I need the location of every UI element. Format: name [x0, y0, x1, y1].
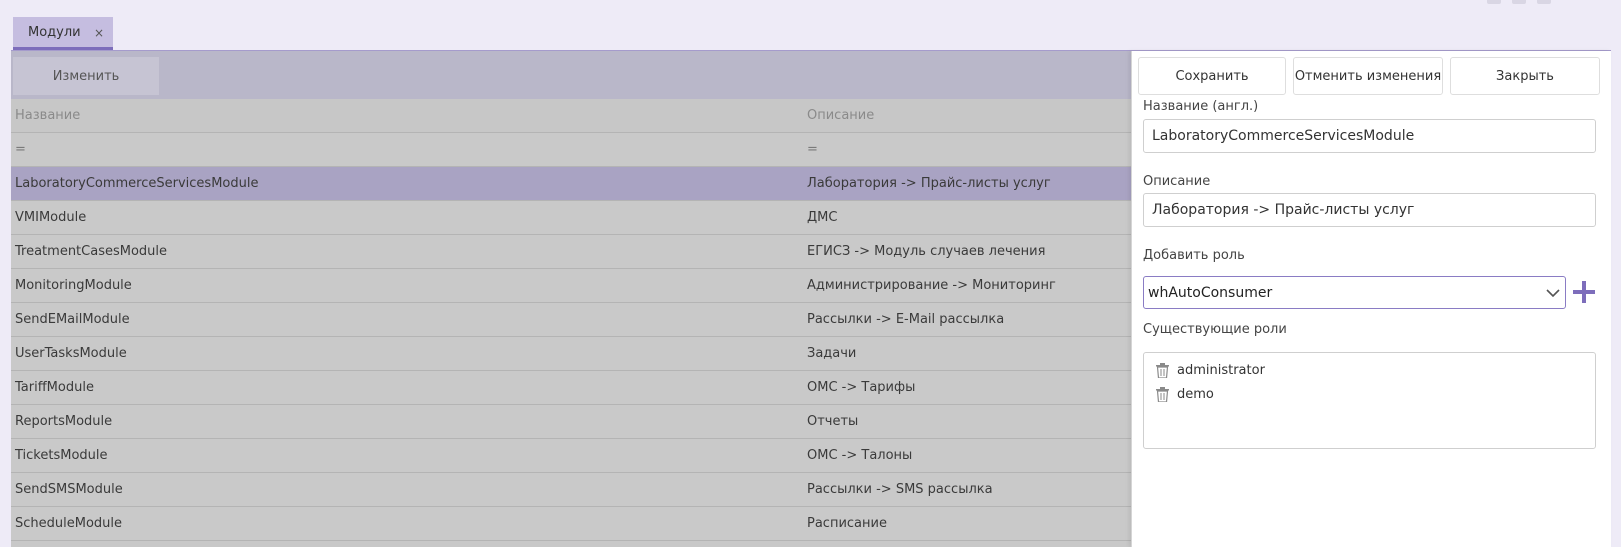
table-row[interactable]: ScheduleModule Расписание — [11, 507, 1144, 541]
table-row[interactable]: SendSMSModule Рассылки -> SMS рассылка — [11, 473, 1144, 507]
cell-name: SendSMSModule — [15, 482, 123, 497]
cell-description: Рассылки -> SMS рассылка — [807, 482, 993, 497]
list-item: administrator — [1156, 361, 1265, 379]
grid-toolbar: Изменить — [11, 51, 1144, 99]
add-role-label: Добавить роль — [1143, 248, 1245, 263]
table-row[interactable]: TariffModule ОМС -> Тарифы — [11, 371, 1144, 405]
edit-button[interactable]: Изменить — [13, 57, 159, 95]
cell-name: TreatmentCasesModule — [15, 244, 168, 259]
window-top-strip — [0, 0, 1621, 14]
table-row[interactable]: LaboratoryCommerceServicesModule Лаборат… — [11, 167, 1144, 201]
cell-description: Рассылки -> E-Mail рассылка — [807, 312, 1005, 327]
tab-close-icon[interactable]: × — [94, 26, 104, 40]
close-button[interactable]: Закрыть — [1450, 57, 1600, 95]
cell-description: Задачи — [807, 346, 857, 361]
window-control[interactable] — [1512, 0, 1526, 4]
cell-description: ЕГИСЗ -> Модуль случаев лечения — [807, 244, 1046, 259]
cell-description: ОМС -> Тарифы — [807, 380, 916, 395]
cell-name: ReportsModule — [15, 414, 113, 429]
table-row[interactable]: TreatmentCasesModule ЕГИСЗ -> Модуль слу… — [11, 235, 1144, 269]
filter-name-operator[interactable]: = — [15, 142, 26, 157]
save-button[interactable]: Сохранить — [1138, 57, 1286, 95]
filter-row: = = — [11, 133, 1144, 167]
cell-description: ДМС — [807, 210, 838, 225]
name-field[interactable]: LaboratoryCommerceServicesModule — [1143, 119, 1596, 153]
table-row[interactable]: VMIModule ДМС — [11, 201, 1144, 235]
table-row[interactable]: UserTasksModule Задачи — [11, 337, 1144, 371]
cell-name: TariffModule — [15, 380, 94, 395]
trash-icon[interactable] — [1156, 386, 1169, 402]
cell-name: LaboratoryCommerceServicesModule — [15, 176, 259, 191]
role-name: administrator — [1177, 362, 1265, 378]
cell-name: ScheduleModule — [15, 516, 123, 531]
table-row[interactable]: SendEMailModule Рассылки -> E-Mail рассы… — [11, 303, 1144, 337]
cancel-changes-button[interactable]: Отменить изменения — [1293, 57, 1443, 95]
modules-grid: Изменить Название Описание = = Laborator… — [11, 51, 1144, 547]
role-name: demo — [1177, 386, 1214, 402]
tab-bar: Модули × — [0, 14, 1621, 50]
list-item: demo — [1156, 385, 1214, 403]
description-field-label: Описание — [1143, 174, 1211, 189]
role-select-value: whAutoConsumer — [1148, 284, 1273, 301]
description-field[interactable]: Лаборатория -> Прайс-листы услуг — [1143, 193, 1596, 227]
window-control[interactable] — [1487, 0, 1501, 4]
cell-name: SendEMailModule — [15, 312, 130, 327]
add-role-plus-icon[interactable] — [1571, 279, 1597, 305]
cell-name: VMIModule — [15, 210, 87, 225]
chevron-down-icon — [1546, 289, 1560, 298]
cell-description: Отчеты — [807, 414, 859, 429]
filter-description-operator[interactable]: = — [807, 142, 818, 157]
table-row[interactable]: MonitoringModule Администрирование -> Мо… — [11, 269, 1144, 303]
cell-description: Администрирование -> Мониторинг — [807, 278, 1056, 293]
existing-roles-list: administrator demo — [1143, 352, 1596, 449]
cell-name: UserTasksModule — [15, 346, 127, 361]
table-row[interactable]: TicketsModule ОМС -> Талоны — [11, 439, 1144, 473]
trash-icon[interactable] — [1156, 362, 1169, 378]
tab-modules[interactable]: Модули × — [13, 17, 113, 50]
name-field-label: Название (англ.) — [1143, 99, 1259, 114]
role-select[interactable]: whAutoConsumer — [1143, 276, 1566, 309]
cell-name: TicketsModule — [15, 448, 108, 463]
column-header-name[interactable]: Название — [15, 108, 80, 123]
column-header-description[interactable]: Описание — [807, 108, 874, 123]
cell-description: Расписание — [807, 516, 887, 531]
edit-panel: Сохранить Отменить изменения Закрыть Наз… — [1131, 51, 1611, 547]
existing-roles-label: Существующие роли — [1143, 322, 1287, 337]
table-header: Название Описание — [11, 99, 1144, 133]
cell-description: Лаборатория -> Прайс-листы услуг — [807, 176, 1051, 191]
cell-description: ОМС -> Талоны — [807, 448, 913, 463]
table-row[interactable]: ReportsModule Отчеты — [11, 405, 1144, 439]
window-control[interactable] — [1537, 0, 1551, 4]
tab-label: Модули — [28, 24, 81, 40]
cell-name: MonitoringModule — [15, 278, 132, 293]
